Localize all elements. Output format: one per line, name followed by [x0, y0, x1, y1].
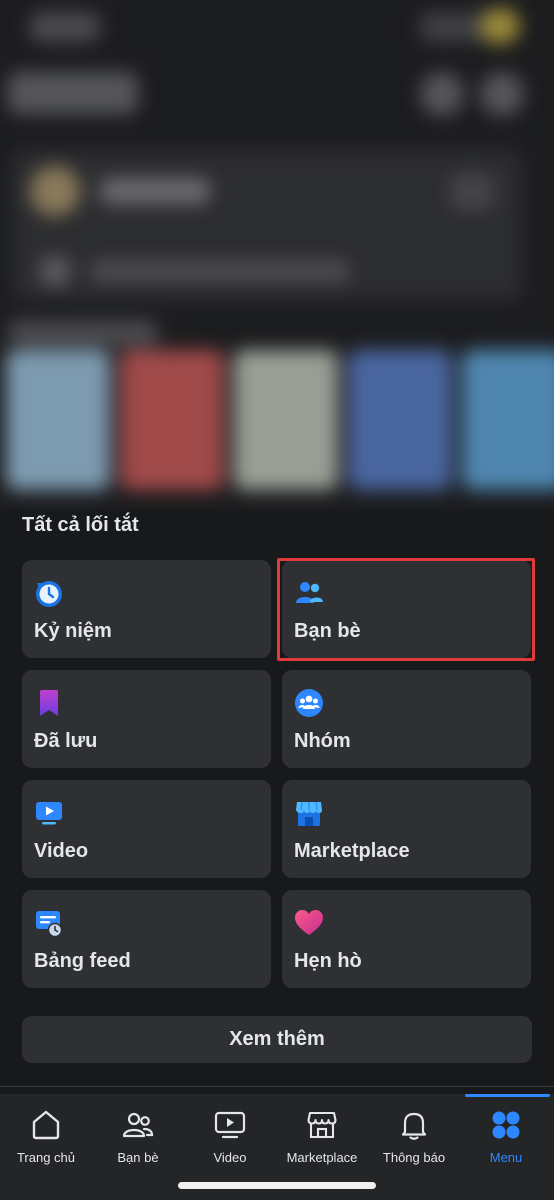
bell-icon: [401, 1112, 427, 1140]
home-indicator: [178, 1182, 376, 1189]
video-play-icon: [36, 802, 62, 825]
shortcut-label: Video: [34, 840, 89, 862]
tab-label: Thông báo: [382, 1150, 446, 1165]
shortcut-feeds[interactable]: Bảng feed: [22, 890, 271, 988]
shortcut-label: Bạn bè: [294, 620, 361, 642]
marketplace-shop-icon: [296, 801, 322, 826]
home-icon: [32, 1110, 60, 1140]
shortcut-label: Đã lưu: [34, 730, 98, 752]
tab-label: Menu: [489, 1150, 523, 1165]
shortcut-label: Bảng feed: [34, 950, 131, 972]
tab-menu[interactable]: Menu: [460, 1094, 552, 1174]
friends-icon: [296, 582, 323, 603]
shortcut-friends[interactable]: Bạn bè: [282, 560, 531, 658]
shortcut-groups[interactable]: Nhóm: [282, 670, 531, 768]
tab-marketplace[interactable]: Marketplace: [276, 1094, 368, 1174]
see-more-button[interactable]: Xem thêm: [22, 1016, 532, 1063]
shortcut-saved[interactable]: Đã lưu: [22, 670, 271, 768]
video-outline-icon: [214, 1111, 246, 1139]
divider: [0, 1086, 554, 1087]
shortcut-label: Marketplace: [294, 840, 410, 862]
tab-label: Trang chủ: [16, 1150, 76, 1165]
tab-friends[interactable]: Bạn bè: [92, 1094, 184, 1174]
tab-label: Bạn bè: [117, 1150, 159, 1165]
feeds-icon: [36, 911, 63, 938]
shortcut-label: Nhóm: [294, 730, 351, 752]
shortcut-memories[interactable]: Kỷ niệm: [22, 560, 271, 658]
shortcut-video[interactable]: Video: [22, 780, 271, 878]
tab-video[interactable]: Video: [184, 1094, 276, 1174]
tab-label: Marketplace: [286, 1150, 358, 1165]
tab-label: Video: [213, 1150, 247, 1165]
dating-heart-icon: [295, 910, 323, 935]
blurred-menu-header: [0, 0, 554, 510]
tab-notifications[interactable]: Thông báo: [368, 1094, 460, 1174]
shortcut-dating[interactable]: Hẹn hò: [282, 890, 531, 988]
groups-icon: [295, 689, 323, 717]
friends-outline-icon: [122, 1112, 154, 1138]
shortcut-label: Hẹn hò: [294, 950, 362, 972]
tab-home[interactable]: Trang chủ: [0, 1094, 92, 1174]
shortcut-label: Kỷ niệm: [34, 620, 112, 642]
menu-grid-icon: [492, 1111, 520, 1139]
memories-clock-icon: [36, 581, 62, 607]
marketplace-outline-icon: [307, 1111, 337, 1139]
section-title: Tất cả lối tắt: [22, 514, 139, 536]
saved-bookmark-icon: [40, 690, 58, 716]
shortcut-marketplace[interactable]: Marketplace: [282, 780, 531, 878]
